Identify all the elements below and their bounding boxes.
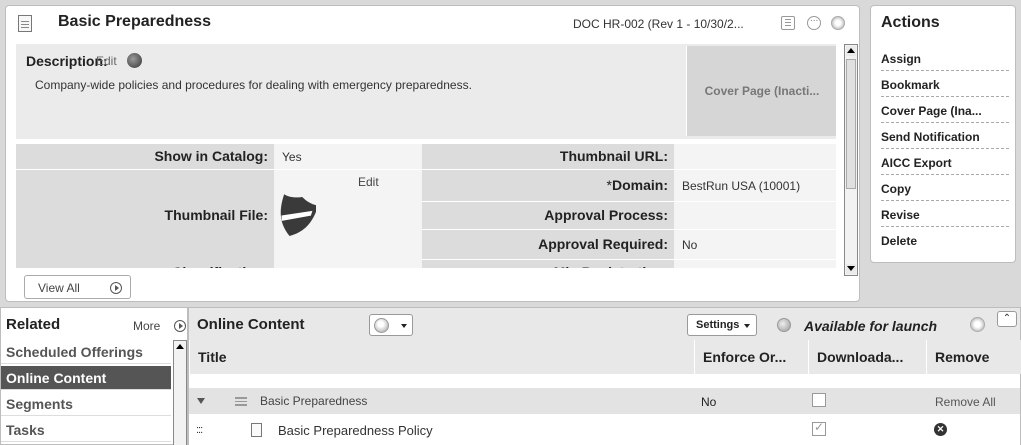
- related-item-online-content[interactable]: Online Content: [1, 366, 171, 390]
- status-indicator-icon: [777, 318, 791, 332]
- row-title: Basic Preparedness Policy: [278, 423, 433, 438]
- show-in-catalog-label: Show in Catalog:: [16, 144, 274, 170]
- item-details-panel: Basic Preparedness DOC HR-002 (Rev 1 - 1…: [5, 5, 860, 302]
- app-root: Basic Preparedness DOC HR-002 (Rev 1 - 1…: [0, 0, 1021, 445]
- action-assign[interactable]: Assign: [881, 49, 1009, 71]
- cover-page-box[interactable]: Cover Page (Inacti...: [686, 46, 836, 136]
- related-more-link[interactable]: More: [133, 319, 160, 333]
- actions-title: Actions: [881, 14, 940, 31]
- related-title: Related: [6, 316, 61, 333]
- column-enforce-order[interactable]: Enforce Or...: [694, 340, 808, 374]
- thumbnail-file-label: Thumbnail File:: [16, 170, 274, 260]
- document-icon: [251, 423, 262, 437]
- downloadable-checkbox[interactable]: [812, 420, 826, 436]
- action-cover-page[interactable]: Cover Page (Ina...: [881, 101, 1009, 123]
- approval-process-value: [674, 202, 836, 230]
- related-item-tasks[interactable]: Tasks: [1, 418, 171, 442]
- scroll-thumb[interactable]: [846, 59, 856, 189]
- settings-button[interactable]: Settings: [687, 314, 757, 336]
- description-section: Description: Edit Company-wide policies …: [16, 44, 836, 139]
- related-scrollbar[interactable]: [173, 340, 187, 445]
- classification-label: Classification:: [16, 260, 274, 268]
- action-revise[interactable]: Revise: [881, 205, 1009, 227]
- arrow-right-icon: [110, 282, 122, 294]
- table-row: Basic Preparedness No Remove All: [189, 388, 1020, 414]
- related-item-segments[interactable]: Segments: [1, 392, 171, 416]
- online-content-header: Online Content Settings Available for la…: [189, 308, 1020, 340]
- thumbnail-edit-link[interactable]: Edit: [358, 175, 379, 189]
- cover-page-label: Cover Page (Inacti...: [704, 84, 820, 98]
- thumbnail-url-label: Thumbnail URL:: [422, 144, 674, 170]
- add-content-button[interactable]: [369, 314, 413, 336]
- settings-label: Settings: [696, 319, 740, 331]
- page-title: Basic Preparedness: [58, 13, 211, 30]
- add-icon: [374, 318, 389, 333]
- scroll-up-arrow[interactable]: [846, 46, 856, 56]
- launch-status: Available for launch: [804, 318, 938, 334]
- properties-grid: Show in Catalog: Yes Thumbnail File: Edi…: [16, 144, 836, 268]
- related-item-scheduled-offerings[interactable]: Scheduled Offerings: [1, 340, 171, 364]
- chevron-down-icon: [401, 324, 407, 328]
- group-icon: [235, 397, 247, 406]
- arrow-right-icon[interactable]: [174, 320, 186, 332]
- details-scrollbar[interactable]: [844, 44, 858, 276]
- description-text: Company-wide policies and procedures for…: [35, 78, 472, 92]
- view-all-button[interactable]: View All: [24, 275, 131, 299]
- document-revision-info: DOC HR-002 (Rev 1 - 10/30/2...: [573, 17, 744, 31]
- row-title: Basic Preparedness: [260, 394, 368, 408]
- downloadable-checkbox[interactable]: [812, 393, 826, 407]
- domain-label: *Domain:: [422, 170, 674, 202]
- globe-icon[interactable]: [127, 53, 142, 68]
- help-icon[interactable]: [970, 317, 985, 332]
- collapse-icon[interactable]: ⌃: [997, 311, 1017, 327]
- online-content-title: Online Content: [197, 316, 305, 333]
- approval-process-label: Approval Process:: [422, 202, 674, 230]
- approval-required-value: No: [674, 230, 836, 260]
- list-view-icon[interactable]: [781, 16, 795, 30]
- scroll-down-arrow[interactable]: [846, 264, 856, 274]
- online-content-panel: Online Content Settings Available for la…: [188, 307, 1021, 445]
- domain-value: BestRun USA (10001): [674, 170, 836, 202]
- panel-header: Basic Preparedness DOC HR-002 (Rev 1 - 1…: [6, 6, 859, 40]
- document-icon: [18, 15, 32, 32]
- remove-icon[interactable]: ✕: [934, 423, 947, 436]
- collapse-arrow-icon[interactable]: [197, 398, 205, 404]
- domain-label-text: Domain:: [612, 177, 668, 193]
- related-panel: Related More Scheduled Offerings Online …: [0, 307, 188, 445]
- classification-value: Online: [274, 260, 422, 268]
- remove-all-link[interactable]: Remove All: [935, 395, 996, 409]
- approval-required-label: Approval Required:: [422, 230, 674, 260]
- min-registration-label: Min Registration:: [422, 260, 674, 268]
- drag-handle-icon[interactable]: :::: [196, 424, 203, 436]
- thumbnail-url-value: [674, 144, 836, 170]
- action-send-notification[interactable]: Send Notification: [881, 127, 1009, 149]
- row-enforce: No: [701, 395, 717, 409]
- table-row: ::: Basic Preparedness Policy ✕: [189, 416, 1020, 445]
- scroll-up-arrow[interactable]: [175, 342, 185, 352]
- column-title[interactable]: Title: [189, 340, 694, 374]
- column-downloadable[interactable]: Downloada...: [808, 340, 926, 374]
- description-edit-link[interactable]: Edit: [96, 54, 117, 68]
- column-remove[interactable]: Remove: [926, 340, 1021, 374]
- shield-icon: [280, 194, 316, 236]
- min-registration-value: [674, 260, 836, 268]
- action-aicc-export[interactable]: AICC Export: [881, 153, 1009, 175]
- view-all-label: View All: [38, 281, 80, 295]
- action-delete[interactable]: Delete: [881, 231, 1009, 253]
- show-in-catalog-value: Yes: [274, 144, 422, 170]
- action-bookmark[interactable]: Bookmark: [881, 75, 1009, 97]
- comments-icon[interactable]: [807, 13, 821, 30]
- chevron-down-icon: [744, 324, 750, 328]
- actions-panel: Actions Assign Bookmark Cover Page (Ina.…: [870, 5, 1016, 263]
- help-icon[interactable]: [831, 16, 845, 30]
- action-copy[interactable]: Copy: [881, 179, 1009, 201]
